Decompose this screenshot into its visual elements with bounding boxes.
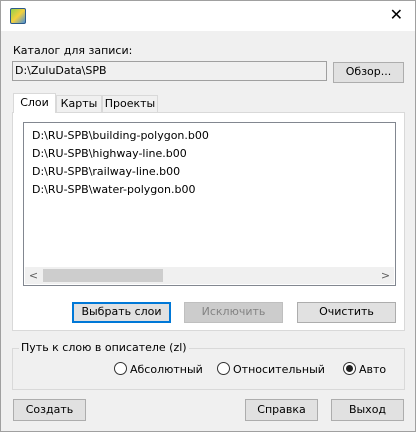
radio-circle [217, 362, 230, 375]
layers-listbox[interactable]: D:\RU-SPB\building-polygon.b00 D:\RU-SPB… [23, 122, 396, 286]
radio-auto[interactable]: Авто [343, 362, 386, 376]
create-button[interactable]: Создать [13, 399, 86, 421]
scrollbar-thumb[interactable] [43, 269, 163, 282]
radio-circle [343, 362, 356, 375]
dialog-window: ✕ Каталог для записи: D:\ZuluData\SPB Об… [0, 0, 416, 432]
scroll-left-icon[interactable]: < [25, 267, 42, 284]
path-groupbox: Путь к слою в описателе (zl) Абсолютный … [12, 341, 405, 390]
horizontal-scrollbar[interactable]: < > [25, 267, 394, 284]
radio-circle [114, 362, 127, 375]
clear-button[interactable]: Очистить [297, 302, 396, 323]
exit-button[interactable]: Выход [331, 399, 404, 421]
layers-tab-panel: D:\RU-SPB\building-polygon.b00 D:\RU-SPB… [12, 112, 405, 331]
list-item[interactable]: D:\RU-SPB\water-polygon.b00 [32, 183, 195, 196]
radio-label: Относительный [233, 363, 325, 376]
folder-path-value: D:\ZuluData\SPB [15, 64, 107, 77]
app-icon [10, 8, 26, 24]
radio-relative[interactable]: Относительный [217, 362, 325, 376]
path-group-title: Путь к слою в описателе (zl) [19, 341, 189, 354]
folder-label: Каталог для записи: [13, 44, 133, 57]
list-item[interactable]: D:\RU-SPB\building-polygon.b00 [32, 129, 209, 142]
scroll-right-icon[interactable]: > [377, 267, 394, 284]
tab-maps[interactable]: Карты [56, 95, 102, 112]
select-layers-button[interactable]: Выбрать слои [72, 302, 171, 323]
close-icon[interactable]: ✕ [390, 5, 403, 25]
radio-selected-dot [346, 365, 353, 372]
tab-projects[interactable]: Проекты [102, 95, 158, 112]
radio-absolute[interactable]: Абсолютный [114, 362, 203, 376]
help-button[interactable]: Справка [245, 399, 318, 421]
tab-layers[interactable]: Слои [13, 93, 56, 113]
title-bar: ✕ [1, 1, 415, 31]
folder-path-field[interactable]: D:\ZuluData\SPB [12, 61, 327, 81]
radio-label: Абсолютный [130, 363, 203, 376]
radio-label: Авто [359, 363, 387, 376]
list-item[interactable]: D:\RU-SPB\railway-line.b00 [32, 165, 180, 178]
exclude-button[interactable]: Исключить [184, 302, 283, 323]
list-item[interactable]: D:\RU-SPB\highway-line.b00 [32, 147, 187, 160]
browse-button[interactable]: Обзор... [333, 62, 404, 83]
